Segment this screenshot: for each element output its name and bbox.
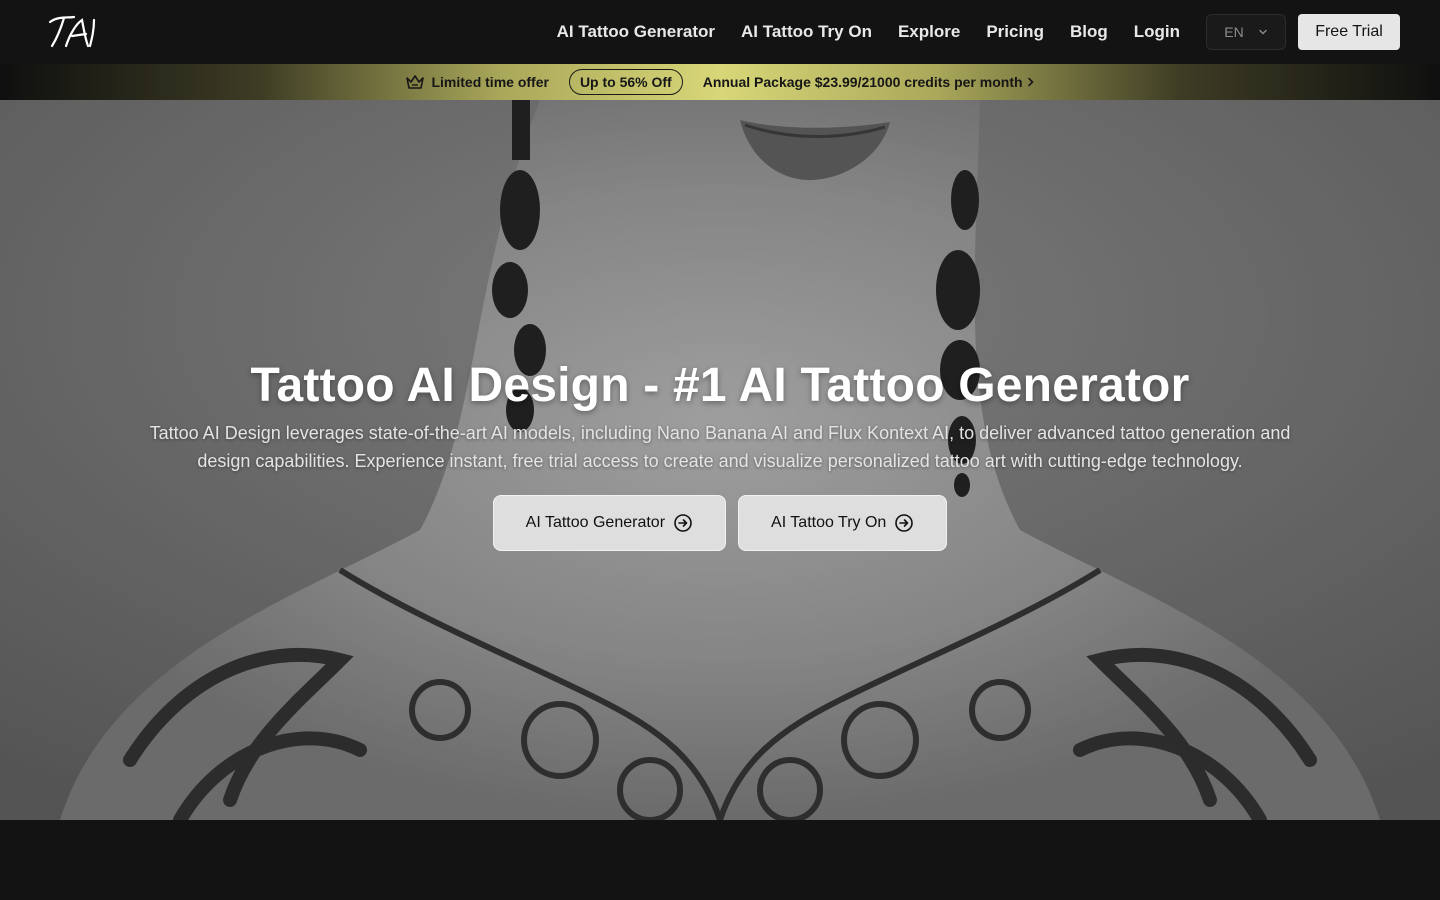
next-section — [0, 820, 1440, 900]
nav-link-ai-tattoo-generator[interactable]: AI Tattoo Generator — [557, 22, 715, 42]
ai-tattoo-generator-button[interactable]: AI Tattoo Generator — [492, 495, 727, 551]
tai-logo[interactable] — [44, 12, 102, 52]
hero-buttons: AI Tattoo Generator AI Tattoo Try On — [0, 495, 1440, 551]
chevron-down-icon — [1259, 29, 1267, 35]
hero-section: Tattoo AI Design - #1 AI Tattoo Generato… — [0, 100, 1440, 820]
ai-tattoo-generator-button-label: AI Tattoo Generator — [525, 514, 666, 531]
hero-title: Tattoo AI Design - #1 AI Tattoo Generato… — [250, 359, 1190, 412]
hero-subtitle: Tattoo AI Design leverages state-of-the-… — [149, 423, 1291, 471]
language-selector[interactable]: EN — [1206, 14, 1286, 50]
chevron-right-icon — [1027, 77, 1034, 87]
language-value: EN — [1224, 24, 1244, 40]
top-navbar: AI Tattoo Generator AI Tattoo Try On Exp… — [0, 0, 1440, 64]
discount-badge: Up to 56% Off — [568, 69, 683, 95]
free-trial-button[interactable]: Free Trial — [1298, 14, 1400, 50]
crown-icon — [406, 75, 425, 89]
hero-content: Tattoo AI Design - #1 AI Tattoo Generato… — [0, 358, 1440, 551]
tai-logo-mark — [48, 15, 96, 48]
annual-package-link[interactable]: Annual Package $23.99/21000 credits per … — [703, 74, 1023, 90]
nav-link-explore[interactable]: Explore — [898, 22, 960, 42]
ai-tattoo-try-on-button-label: AI Tattoo Try On — [771, 514, 887, 531]
offer-label: Limited time offer — [431, 74, 549, 90]
nav-link-pricing[interactable]: Pricing — [986, 22, 1044, 42]
nav-link-login[interactable]: Login — [1134, 22, 1180, 42]
arrow-right-circle-icon — [674, 514, 692, 532]
ai-tattoo-try-on-button[interactable]: AI Tattoo Try On — [738, 495, 948, 551]
nav-links: AI Tattoo Generator AI Tattoo Try On Exp… — [557, 0, 1400, 64]
arrow-right-circle-icon — [895, 514, 914, 532]
nav-link-blog[interactable]: Blog — [1070, 22, 1108, 42]
promo-banner: Limited time offer Up to 56% Off Annual … — [0, 64, 1440, 100]
nav-link-ai-tattoo-try-on[interactable]: AI Tattoo Try On — [741, 22, 872, 42]
